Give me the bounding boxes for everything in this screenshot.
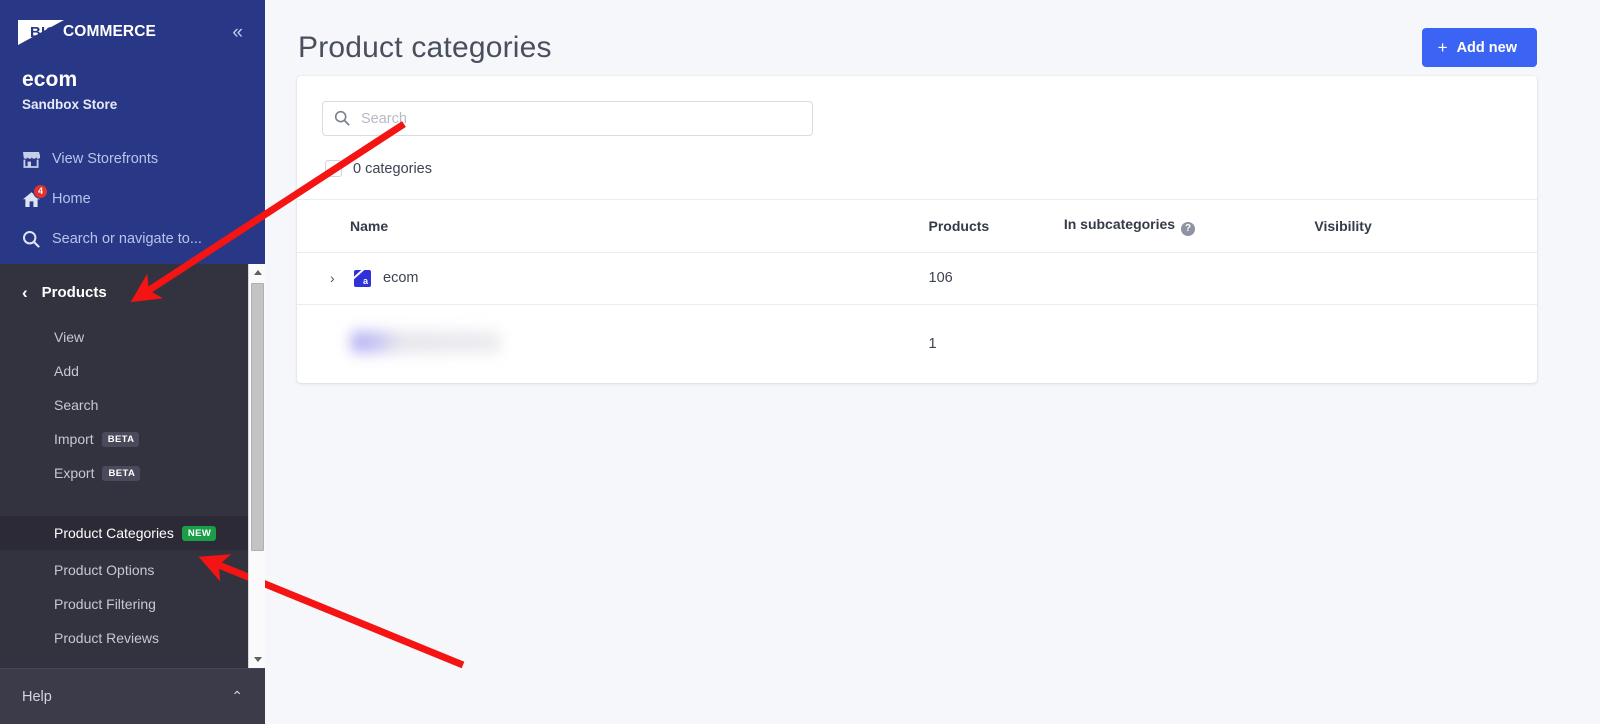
sidebar-logo-row: BIG COMMERCE «	[0, 0, 265, 46]
sidebar-item-product-filtering[interactable]: Product Filtering	[0, 587, 265, 621]
sidebar-help-button[interactable]: Help ⌃	[0, 668, 265, 724]
add-new-label: Add new	[1456, 39, 1517, 56]
sidebar-item-product-categories[interactable]: Product Categories NEW	[0, 516, 265, 550]
home-icon: 4	[22, 183, 52, 208]
store-name: ecom	[22, 68, 78, 91]
sidebar-item-label: Home	[52, 191, 91, 207]
help-label: Help	[22, 688, 52, 705]
sidebar-scrollbar[interactable]	[248, 264, 265, 668]
help-question-icon[interactable]: ?	[1181, 221, 1196, 236]
scroll-down-arrow-icon[interactable]	[249, 651, 265, 668]
select-all-checkbox[interactable]	[325, 160, 342, 177]
sidebar-item-add[interactable]: Add	[0, 354, 265, 388]
sidebar-item-export[interactable]: Export BETA	[0, 456, 265, 490]
column-header-name[interactable]: Name	[297, 199, 929, 253]
app-root: BIG COMMERCE « ecom Sandbox Store View S…	[0, 0, 1600, 724]
scroll-up-arrow-icon[interactable]	[249, 264, 265, 281]
sidebar-item-view-storefronts[interactable]: View Storefronts	[0, 139, 265, 179]
search-icon	[22, 230, 52, 248]
sidebar-item-label: Import	[54, 431, 94, 447]
sidebar-item-label: View Storefronts	[52, 151, 159, 167]
category-name: ecom	[383, 270, 419, 286]
sidebar-top-section: BIG COMMERCE « ecom Sandbox Store View S…	[0, 0, 265, 264]
sidebar-item-search-navigate[interactable]: Search or navigate to...	[0, 219, 265, 259]
redacted-category-name	[351, 330, 501, 353]
sidebar-item-product-reviews[interactable]: Product Reviews	[0, 621, 265, 655]
store-subtitle: Sandbox Store	[22, 97, 118, 112]
selection-row: 0 categories	[322, 136, 1512, 199]
sidebar-item-label: View	[54, 329, 85, 345]
sidebar-submenu-products: ‹ Products View Add Search Import BETA E…	[0, 264, 265, 668]
logo-text-big: BIG	[30, 23, 58, 41]
scrollbar-thumb[interactable]	[251, 283, 264, 551]
sidebar-item-view[interactable]: View	[0, 320, 265, 354]
search-input[interactable]	[322, 101, 813, 136]
search-field-wrapper	[322, 101, 813, 136]
selected-count-label: 0 categories	[353, 160, 432, 177]
cell-products-count: 1	[928, 335, 937, 352]
store-block: ecom Sandbox Store	[0, 46, 265, 112]
column-header-products[interactable]: Products	[928, 199, 1064, 253]
new-badge: NEW	[181, 525, 217, 541]
sidebar: BIG COMMERCE « ecom Sandbox Store View S…	[0, 0, 265, 724]
table-body: › a ecom 106 1	[297, 252, 1537, 383]
plus-icon: +	[1437, 38, 1448, 57]
categories-table: Name Products In subcategories? Visibili…	[297, 199, 1537, 383]
category-favicon-icon: a	[354, 269, 371, 287]
cell-visibility	[1314, 304, 1537, 383]
sidebar-item-label: Product Categories	[54, 525, 174, 541]
bigcommerce-logo[interactable]: BIG COMMERCE	[18, 18, 156, 46]
cell-visibility	[1314, 252, 1537, 305]
cell-name: › a ecom	[297, 252, 929, 305]
chevron-left-icon: ‹	[22, 282, 28, 302]
sidebar-item-product-options[interactable]: Product Options	[0, 553, 265, 587]
sidebar-item-label: Export	[54, 465, 95, 481]
search-icon	[334, 110, 350, 131]
cell-in-subcategories	[1064, 304, 1315, 383]
main-content: Product categories + Add new Search 0 ca…	[265, 0, 1600, 724]
cell-in-subcategories	[1063, 252, 1315, 305]
sidebar-primary-links: View Storefronts 4 Home Search or naviga…	[0, 139, 265, 259]
submenu-title: Products	[41, 283, 107, 301]
home-notification-badge: 4	[33, 183, 48, 199]
favicon-letter: a	[362, 275, 368, 286]
logo-text-commerce: COMMERCE	[63, 23, 156, 40]
card-toolbar: 0 categories	[297, 76, 1537, 199]
sidebar-item-label: Product Reviews	[54, 630, 160, 646]
beta-badge: BETA	[102, 465, 141, 481]
column-label: In subcategories	[1063, 216, 1176, 232]
table-row[interactable]: › a ecom 106	[297, 252, 1537, 305]
sidebar-item-label: Search or navigate to...	[52, 231, 202, 247]
sidebar-item-search[interactable]: Search	[0, 388, 265, 422]
cell-name	[297, 304, 929, 383]
sidebar-item-label: Product Options	[54, 562, 155, 578]
sidebar-item-import[interactable]: Import BETA	[0, 422, 265, 456]
column-header-in-subcategories[interactable]: In subcategories?	[1063, 199, 1315, 253]
table-header: Name Products In subcategories? Visibili…	[297, 199, 1537, 253]
expand-row-chevron-right-icon[interactable]: ›	[330, 270, 342, 286]
page-header: Product categories + Add new	[265, 0, 1600, 67]
cell-products-count: 106	[928, 252, 1064, 305]
table-row[interactable]: 1	[297, 304, 1537, 383]
add-new-button[interactable]: + Add new	[1421, 28, 1537, 67]
sidebar-item-label: Product Filtering	[54, 596, 156, 612]
collapse-sidebar-icon[interactable]: «	[228, 21, 245, 44]
bigcommerce-logo-mark: BIG	[18, 19, 64, 45]
sidebar-item-label: Search	[54, 397, 99, 413]
column-header-visibility[interactable]: Visibility	[1314, 199, 1537, 253]
page-title: Product categories	[298, 30, 552, 64]
table-header-row: Name Products In subcategories? Visibili…	[297, 199, 1537, 253]
sidebar-item-label: Add	[54, 363, 79, 379]
sidebar-item-home[interactable]: 4 Home	[0, 179, 265, 219]
submenu-back-products[interactable]: ‹ Products	[0, 264, 265, 320]
chevron-up-icon: ⌃	[231, 688, 243, 704]
categories-card: 0 categories Name Products In subcategor…	[297, 76, 1537, 383]
beta-badge: BETA	[101, 431, 140, 447]
storefront-icon	[22, 151, 52, 168]
